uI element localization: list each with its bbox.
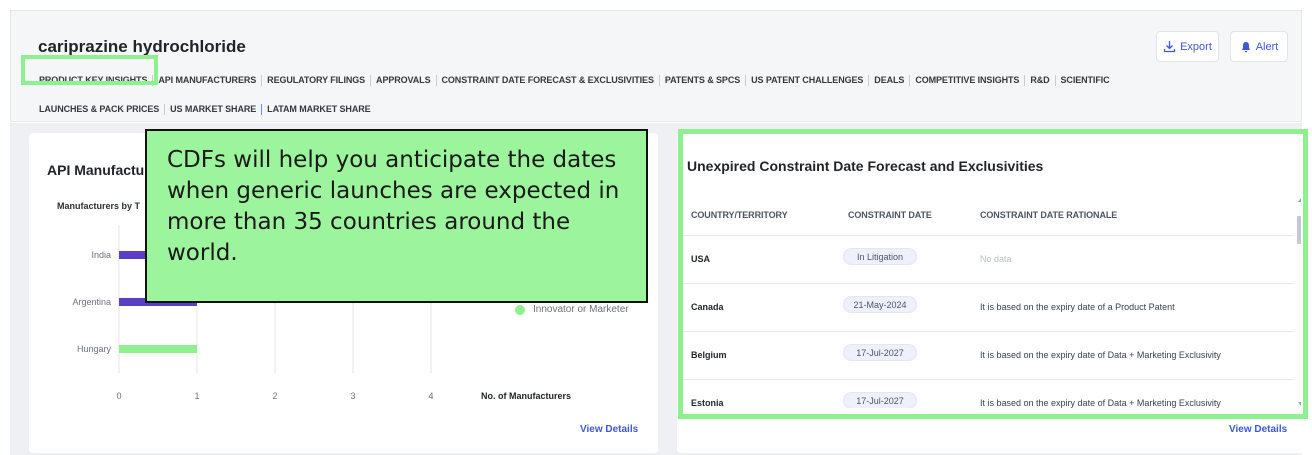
download-icon: [1163, 41, 1176, 53]
x-tick-label: 4: [428, 391, 433, 401]
tab-us-patent-challenges[interactable]: US PATENT CHALLENGES: [746, 75, 868, 85]
bar-hungary-series-1: [119, 345, 197, 353]
table-row: Canada 21-May-2024 It is based on the ex…: [680, 284, 1293, 332]
y-category-label: Argentina: [72, 297, 111, 307]
country-cell: Canada: [691, 302, 724, 312]
x-axis-label: No. of Manufacturers: [481, 391, 571, 401]
view-details-link[interactable]: View Details: [580, 424, 638, 435]
export-button[interactable]: Export: [1156, 31, 1219, 62]
country-cell: USA: [691, 254, 711, 264]
table-row: Estonia 17-Jul-2027 It is based on the e…: [680, 380, 1293, 408]
view-details-link[interactable]: View Details: [1229, 424, 1287, 435]
y-category-label: India: [91, 250, 111, 260]
rationale-cell: It is based on the expiry date of a Prod…: [980, 302, 1175, 312]
alert-button[interactable]: Alert: [1230, 31, 1288, 62]
legend-swatch-innovator: [515, 304, 525, 315]
table-row: USA In Litigation No data: [680, 236, 1293, 284]
legend-label-innovator: Innovator or Marketer: [533, 304, 629, 315]
table-scrollbar[interactable]: [1296, 196, 1301, 408]
rationale-cell: It is based on the expiry date of Data +…: [980, 350, 1221, 360]
tab-deals[interactable]: DEALS: [869, 75, 909, 85]
column-header-country: COUNTRY/TERRITORY: [691, 210, 788, 220]
scroll-down-arrow-icon[interactable]: [1298, 402, 1301, 406]
x-tick-label: 0: [116, 391, 121, 401]
table-row: Belgium 17-Jul-2027 It is based on the e…: [680, 332, 1293, 380]
column-header-rationale: CONSTRAINT DATE RATIONALE: [980, 210, 1118, 220]
rationale-cell: It is based on the expiry date of Data +…: [980, 398, 1221, 408]
constraint-date-title: Unexpired Constraint Date Forecast and E…: [687, 158, 1044, 174]
scrollbar-thumb[interactable]: [1297, 216, 1301, 244]
constraint-date-pill: 17-Jul-2027: [843, 392, 917, 408]
page-title: cariprazine hydrochloride: [38, 37, 246, 56]
chart-legend: Innovator or Marketer: [515, 304, 629, 315]
tab-launches-pack-prices[interactable]: LAUNCHES & PACK PRICES: [37, 104, 164, 114]
country-cell: Belgium: [691, 350, 727, 360]
tab-constraint-date-forecast[interactable]: CONSTRAINT DATE FORECAST & EXCLUSIVITIES: [437, 75, 659, 85]
tab-us-market-share[interactable]: US MARKET SHARE: [165, 104, 261, 114]
export-label: Export: [1180, 40, 1212, 53]
tab-regulatory-filings[interactable]: REGULATORY FILINGS: [262, 75, 370, 85]
tab-approvals[interactable]: APPROVALS: [371, 75, 435, 85]
constraint-date-panel: Unexpired Constraint Date Forecast and E…: [677, 133, 1310, 453]
rationale-cell: No data: [980, 254, 1012, 264]
constraint-date-table: COUNTRY/TERRITORY CONSTRAINT DATE CONSTR…: [680, 196, 1301, 408]
tutorial-callout: CDFs will help you anticipate the dates …: [145, 129, 648, 303]
tab-competitive-insights[interactable]: COMPETITIVE INSIGHTS: [910, 75, 1024, 85]
tab-scientific[interactable]: SCIENTIFIC: [1056, 75, 1115, 85]
tab-bar-row-1: PRODUCT KEY INSIGHTS API MANUFACTURERS R…: [37, 72, 1115, 88]
y-category-label: Hungary: [77, 344, 112, 354]
product-header: cariprazine hydrochloride Export Alert P…: [10, 10, 1302, 122]
constraint-date-pill: 21-May-2024: [843, 296, 917, 313]
x-tick-label: 3: [350, 391, 355, 401]
bell-icon: [1241, 41, 1250, 52]
constraint-date-pill: In Litigation: [843, 248, 917, 265]
tab-api-manufacturers[interactable]: API MANUFACTURERS: [153, 75, 261, 85]
scroll-up-arrow-icon[interactable]: [1298, 198, 1301, 202]
country-cell: Estonia: [691, 398, 724, 408]
tab-latam-market-share[interactable]: LATAM MARKET SHARE: [262, 104, 375, 114]
x-tick-label: 2: [272, 391, 277, 401]
table-header: COUNTRY/TERRITORY CONSTRAINT DATE CONSTR…: [680, 196, 1293, 236]
tab-rnd[interactable]: R&D: [1025, 75, 1054, 85]
tab-patents-spcs[interactable]: PATENTS & SPCS: [660, 75, 745, 85]
alert-label: Alert: [1255, 40, 1279, 53]
constraint-date-pill: 17-Jul-2027: [843, 344, 917, 361]
x-tick-label: 1: [194, 391, 199, 401]
tab-product-key-insights[interactable]: PRODUCT KEY INSIGHTS: [37, 75, 152, 85]
column-header-date: CONSTRAINT DATE: [848, 210, 932, 220]
tab-bar-row-2: LAUNCHES & PACK PRICES US MARKET SHARE L…: [37, 101, 376, 117]
